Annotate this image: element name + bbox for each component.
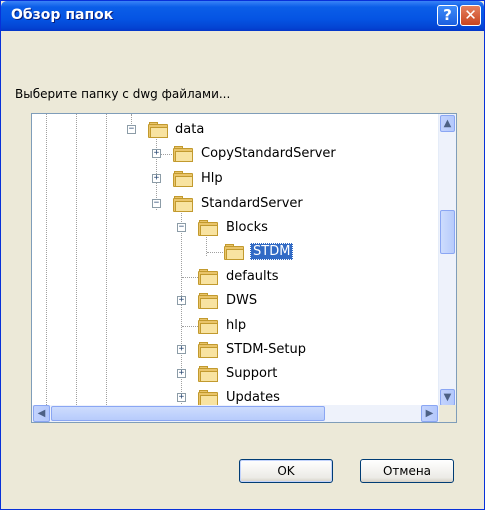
folder-icon	[198, 390, 218, 406]
prompt-text: Выберите папку с dwg файлами...	[15, 87, 231, 101]
horizontal-scroll-thumb[interactable]	[51, 406, 325, 421]
vertical-scroll-thumb[interactable]	[440, 210, 455, 254]
tree-node-label: Support	[226, 366, 278, 381]
folder-open-icon	[198, 220, 218, 236]
tree-node-label: StandardServer	[201, 196, 303, 211]
tree-node-standardserver[interactable]: − StandardServer	[32, 194, 332, 214]
dialog-title: Обзор папок	[11, 7, 114, 23]
browse-folder-dialog: Обзор папок ? ✕ Выберите папку с dwg фай…	[0, 0, 485, 510]
tree-node-data[interactable]: − data	[32, 120, 332, 140]
folder-icon	[198, 269, 218, 285]
folder-open-icon	[148, 122, 168, 138]
tree-node-label: hlp	[226, 318, 247, 333]
vertical-scrollbar[interactable]: ▲ ▼	[438, 114, 456, 407]
cancel-button[interactable]: Отмена	[360, 459, 454, 483]
close-button[interactable]: ✕	[460, 5, 481, 26]
tree-node-defaults[interactable]: defaults	[32, 267, 332, 287]
scroll-left-arrow-icon[interactable]: ◀	[33, 405, 50, 422]
title-bar[interactable]: Обзор папок ? ✕	[1, 1, 484, 31]
expand-icon[interactable]: +	[177, 393, 186, 402]
expand-icon[interactable]: +	[152, 174, 161, 183]
collapse-icon[interactable]: −	[127, 125, 136, 134]
horizontal-scrollbar[interactable]: ◀ ▶	[32, 405, 439, 422]
tree-node-support[interactable]: + Support	[32, 364, 332, 384]
scroll-up-arrow-icon[interactable]: ▲	[440, 115, 455, 132]
folder-icon	[198, 342, 218, 358]
folder-open-icon	[224, 244, 244, 260]
expand-icon[interactable]: +	[177, 296, 186, 305]
tree-node-hlp[interactable]: + Hlp	[32, 169, 332, 189]
tree-node-label: Hlp	[201, 171, 223, 186]
tree-branch-line	[207, 252, 223, 253]
scrollbar-corner	[439, 405, 456, 422]
tree-node-label: DWS	[226, 293, 258, 308]
tree-node-label: defaults	[226, 269, 279, 284]
tree-node-copystandardserver[interactable]: + CopyStandardServer	[32, 144, 336, 164]
tree-node-label-selected: STDM	[250, 243, 294, 260]
tree-node-label: CopyStandardServer	[201, 146, 336, 161]
tree-node-stdm-setup[interactable]: + STDM-Setup	[32, 340, 332, 360]
expand-icon[interactable]: +	[152, 149, 161, 158]
tree-node-label: STDM-Setup	[226, 342, 306, 357]
folder-icon	[198, 318, 218, 334]
scroll-down-arrow-icon[interactable]: ▼	[440, 389, 455, 406]
ok-button[interactable]: OK	[239, 459, 333, 483]
tree-node-label: data	[175, 122, 205, 137]
tree-node-stdm[interactable]: STDM	[32, 242, 332, 262]
folder-tree[interactable]: − data + CopyStandardServer + Hlp − Stan…	[31, 113, 457, 423]
scroll-right-arrow-icon[interactable]: ▶	[421, 405, 438, 422]
folder-open-icon	[173, 196, 193, 212]
tree-node-blocks[interactable]: − Blocks	[32, 218, 332, 238]
folder-icon	[198, 366, 218, 382]
tree-branch-line	[182, 326, 198, 327]
tree-node-label: Blocks	[226, 220, 268, 235]
tree-node-hlp-lower[interactable]: hlp	[32, 316, 332, 336]
help-button[interactable]: ?	[437, 5, 458, 26]
collapse-icon[interactable]: −	[152, 199, 161, 208]
expand-icon[interactable]: +	[177, 345, 186, 354]
folder-icon	[173, 146, 193, 162]
folder-icon	[198, 293, 218, 309]
tree-branch-line	[182, 277, 198, 278]
expand-icon[interactable]: +	[177, 369, 186, 378]
tree-node-label: Updates	[226, 390, 280, 405]
collapse-icon[interactable]: −	[177, 223, 186, 232]
folder-icon	[173, 171, 193, 187]
tree-node-dws[interactable]: + DWS	[32, 291, 332, 311]
